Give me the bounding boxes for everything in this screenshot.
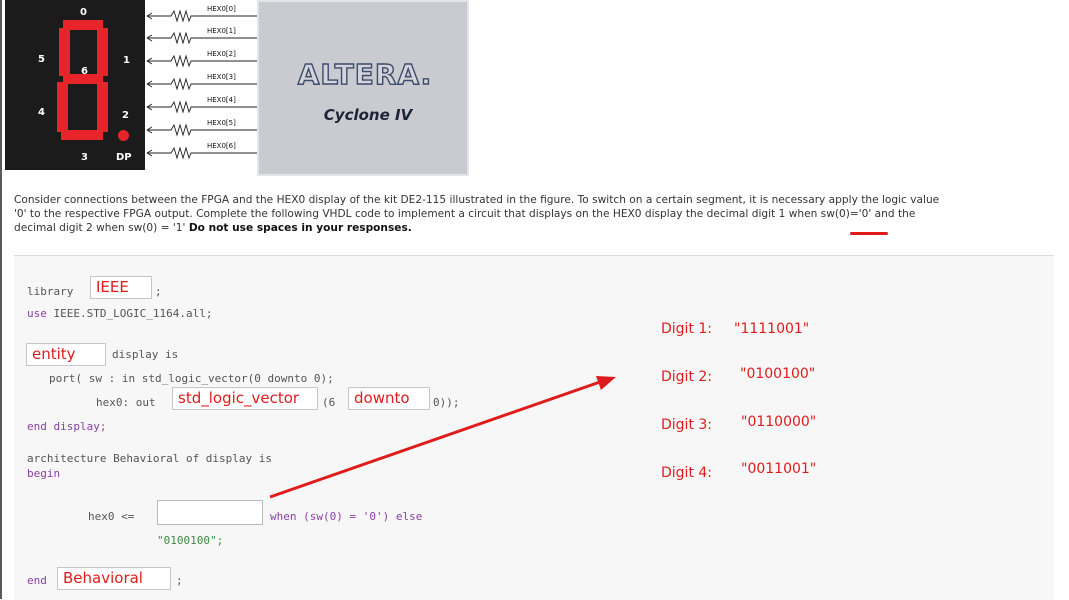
red-arrow-annotation	[269, 376, 616, 499]
